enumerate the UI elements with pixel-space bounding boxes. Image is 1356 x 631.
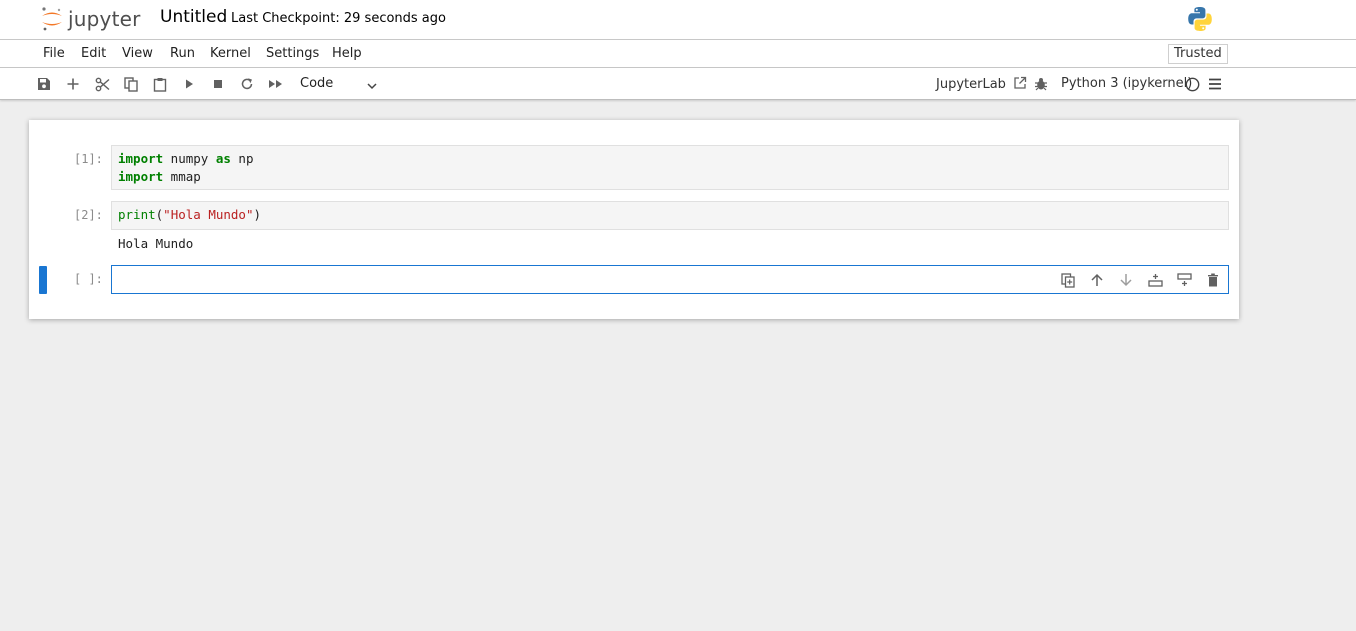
menu-hamburger-icon[interactable]: [1206, 75, 1224, 93]
open-jupyterlab-link[interactable]: JupyterLab: [936, 76, 1027, 92]
code-token: np: [230, 151, 254, 166]
code-token: mmap: [163, 169, 201, 184]
active-cell-indicator: [39, 266, 47, 294]
code-cell-input[interactable]: print("Hola Mundo"): [111, 201, 1229, 230]
stop-icon[interactable]: [209, 75, 227, 93]
cell-type-select[interactable]: Code: [300, 76, 333, 91]
menu-kernel[interactable]: Kernel: [210, 46, 251, 61]
delete-cell-icon[interactable]: [1204, 271, 1222, 289]
copy-icon[interactable]: [122, 75, 140, 93]
notebook-panel: [1]: import numpy as np import mmap [2]:…: [29, 120, 1239, 319]
trusted-badge[interactable]: Trusted: [1168, 44, 1228, 64]
menu-view[interactable]: View: [122, 46, 153, 61]
jupyter-logo-icon: [42, 7, 62, 31]
external-link-icon: [1014, 76, 1027, 89]
top-header: jupyter Untitled Last Checkpoint: 29 sec…: [0, 0, 1356, 40]
kernel-name[interactable]: Python 3 (ipykernel): [1061, 76, 1192, 91]
restart-icon[interactable]: [238, 75, 256, 93]
paste-icon[interactable]: [151, 75, 169, 93]
python-logo-icon: [1186, 5, 1214, 37]
code-token: numpy: [163, 151, 216, 166]
jupyter-logo-text: jupyter: [68, 7, 141, 31]
cut-icon[interactable]: [93, 75, 111, 93]
add-icon[interactable]: [64, 75, 82, 93]
notebook-title[interactable]: Untitled: [160, 7, 227, 27]
code-token: "Hola Mundo": [163, 207, 254, 222]
cell-prompt: [ ]:: [74, 272, 103, 286]
menu-run[interactable]: Run: [170, 46, 195, 61]
code-token: ): [253, 207, 262, 222]
code-token: as: [215, 151, 231, 166]
menu-bar: File Edit View Run Kernel Settings Help …: [0, 40, 1356, 68]
insert-above-icon[interactable]: [1146, 271, 1164, 289]
jupyter-logo[interactable]: jupyter: [40, 5, 141, 33]
cell-prompt: [1]:: [74, 152, 103, 166]
duplicate-cell-icon[interactable]: [1059, 271, 1077, 289]
cell-output: Hola Mundo: [118, 236, 194, 251]
run-icon[interactable]: [180, 75, 198, 93]
save-icon[interactable]: [35, 75, 53, 93]
debugger-bug-icon[interactable]: [1032, 75, 1050, 93]
fast-forward-icon[interactable]: [267, 75, 285, 93]
menu-edit[interactable]: Edit: [81, 46, 106, 61]
insert-below-icon[interactable]: [1175, 271, 1193, 289]
notebook-toolbar: Code JupyterLab Python 3 (ipykernel): [0, 68, 1356, 100]
code-line: import mmap: [118, 168, 1222, 186]
move-down-icon[interactable]: [1117, 271, 1135, 289]
jupyterlab-label: JupyterLab: [936, 77, 1006, 92]
menu-help[interactable]: Help: [332, 46, 362, 61]
chevron-down-icon[interactable]: [366, 77, 378, 96]
cell-prompt: [2]:: [74, 208, 103, 222]
active-code-cell-input[interactable]: [111, 265, 1229, 294]
menu-settings[interactable]: Settings: [266, 46, 319, 61]
code-line: print("Hola Mundo"): [118, 206, 1222, 224]
move-up-icon[interactable]: [1088, 271, 1106, 289]
code-token: import: [118, 169, 164, 184]
last-checkpoint: Last Checkpoint: 29 seconds ago: [231, 11, 446, 26]
code-token: print: [118, 207, 156, 222]
menu-file[interactable]: File: [43, 46, 65, 61]
code-cell-input[interactable]: import numpy as np import mmap: [111, 145, 1229, 190]
code-line: import numpy as np: [118, 150, 1222, 168]
kernel-status-icon: [1183, 75, 1201, 93]
cell-toolbar: [1059, 271, 1222, 289]
code-token: import: [118, 151, 164, 166]
